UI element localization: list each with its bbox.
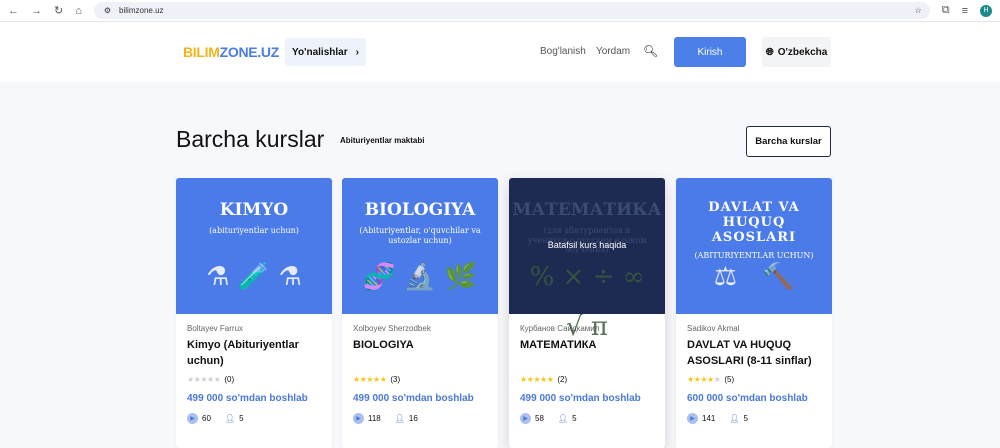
course-price: 499 000 so'mdan boshlab — [187, 393, 308, 404]
user-icon: 👤︎ — [557, 414, 569, 423]
star-icon: ★ — [366, 375, 374, 384]
rating-stars: ★★★★★ — [353, 375, 387, 384]
play-icon: ▶ — [353, 413, 364, 424]
star-icon: ★ — [213, 375, 221, 384]
reload-icon[interactable]: ↻ — [54, 4, 63, 17]
section-subtitle: Abituriyentlar maktabi — [340, 136, 425, 145]
rating-stars: ★★★★★ — [187, 375, 221, 384]
back-icon[interactable]: ← — [8, 5, 19, 17]
home-icon[interactable]: ⌂ — [75, 5, 82, 17]
star-icon: ★ — [187, 375, 194, 384]
course-author: Xolboyev Sherzodbek — [353, 324, 431, 333]
star-icon: ★ — [707, 375, 714, 384]
course-author: Sadikov Akmal — [687, 324, 740, 333]
image-subtitle: (Abituriyentlar, o'quvchilar va ustozlar… — [359, 226, 481, 245]
star-icon: ★ — [546, 375, 554, 384]
login-button[interactable]: Kirish — [674, 37, 746, 67]
help-link[interactable]: Yordam — [596, 46, 630, 57]
language-label: O'zbekcha — [777, 46, 828, 58]
course-name[interactable]: Kimyo (Abituriyentlar uchun) — [187, 337, 321, 369]
course-name[interactable]: DAVLAT VA HUQUQ ASOSLARI (8-11 sinflar) — [687, 337, 821, 369]
globe-icon: 🌐︎ — [765, 46, 774, 58]
course-card[interactable]: МАТЕМАТИКА (для абитуриентов и учеников … — [509, 178, 665, 448]
all-courses-button[interactable]: Barcha kurslar — [746, 126, 831, 157]
star-icon: ★ — [373, 375, 380, 384]
image-title: DAVLAT VA HUQUQ ASOSLARI — [708, 200, 800, 245]
play-icon: ▶ — [520, 413, 531, 424]
star-icon: ★ — [207, 375, 214, 384]
lesson-count: 141 — [702, 414, 716, 423]
course-illustration: ⚗ 🧪 ⚗ — [206, 262, 302, 292]
logo-part: BILIM — [183, 44, 220, 60]
course-author: Boltayev Farrux — [187, 324, 244, 333]
url-text: bilimzone.uz — [119, 6, 164, 15]
student-count: 5 — [239, 414, 244, 423]
lesson-count: 58 — [535, 414, 544, 423]
address-bar[interactable]: ⚙ bilimzone.uz ☆ — [93, 2, 930, 19]
star-icon: ★ — [700, 375, 708, 384]
profile-avatar[interactable]: H — [980, 4, 992, 17]
student-count: 5 — [743, 414, 748, 423]
student-count: 5 — [572, 414, 577, 423]
user-icon: 👤︎ — [394, 414, 405, 423]
star-icon: ★ — [540, 375, 547, 384]
contact-link[interactable]: Bog'lanish — [540, 46, 586, 57]
course-details-overlay[interactable]: Batafsil kurs haqida — [509, 240, 665, 250]
student-count: 16 — [408, 414, 418, 423]
play-icon: ▶ — [687, 413, 698, 424]
forward-icon[interactable]: → — [31, 5, 42, 17]
review-count: (5) — [724, 375, 735, 384]
star-icon: ★ — [353, 375, 360, 384]
course-price: 499 000 so'mdan boshlab — [353, 393, 474, 404]
user-icon: 👤︎ — [224, 414, 236, 423]
course-name[interactable]: BIOLOGIYA — [353, 337, 487, 369]
bookmark-star-icon[interactable]: ☆ — [915, 6, 922, 15]
course-image[interactable]: DAVLAT VA HUQUQ ASOSLARI (ABITURIYENTLAR… — [676, 178, 832, 314]
course-card[interactable]: BIOLOGIYA (Abituriyentlar, o'quvchilar v… — [342, 178, 498, 448]
site-header: BILIMZONE.UZ Yo'nalishlar › Bog'lanish Yo… — [0, 22, 1000, 82]
star-icon: ★ — [520, 375, 527, 384]
user-icon: 👤︎ — [729, 414, 740, 423]
star-icon: ★ — [687, 375, 694, 384]
course-card[interactable]: DAVLAT VA HUQUQ ASOSLARI (ABITURIYENTLAR… — [676, 178, 832, 448]
search-icon[interactable]: 🔍︎ — [643, 44, 658, 58]
image-title: BIOLOGIYA — [364, 200, 476, 220]
play-icon: ▶ — [187, 413, 198, 424]
directions-label: Yo'nalishlar — [292, 46, 348, 58]
course-image[interactable]: KIMYO (abituriyentlar uchun) ⚗ 🧪 ⚗ — [176, 178, 332, 314]
course-illustration: 🧬 🔬 🌿 — [363, 262, 477, 292]
image-subtitle: (abituriyentlar uchun) — [209, 226, 299, 235]
course-image[interactable]: BIOLOGIYA (Abituriyentlar, o'quvchilar v… — [342, 178, 498, 314]
review-count: (3) — [390, 375, 401, 384]
image-title: KIMYO — [219, 200, 289, 220]
menu-icon[interactable]: ≡ — [962, 5, 968, 17]
review-count: (2) — [557, 375, 568, 384]
browser-toolbar: ← → ↻ ⌂ ⚙ bilimzone.uz ☆ ⧉ ≡ H — [0, 0, 1000, 22]
lesson-count: 60 — [202, 414, 211, 423]
star-icon: ★ — [533, 375, 541, 384]
star-icon: ★ — [200, 375, 208, 384]
site-info-icon[interactable]: ⚙ — [104, 6, 111, 15]
course-price: 499 000 so'mdan boshlab — [520, 393, 641, 404]
logo[interactable]: BILIMZONE.UZ — [183, 44, 279, 60]
image-title: МАТЕМАТИКА — [512, 200, 662, 220]
course-illustration: ⚖ 🔨 — [713, 262, 795, 292]
extensions-icon[interactable]: ⧉ — [942, 4, 950, 17]
page-title: Barcha kurslar — [176, 126, 325, 152]
course-price: 600 000 so'mdan boshlab — [687, 393, 808, 404]
logo-part: ZONE.UZ — [219, 44, 280, 60]
course-image[interactable]: МАТЕМАТИКА (для абитуриентов и учеников … — [509, 178, 665, 342]
chevron-right-icon: › — [355, 46, 359, 58]
course-illustration: % × ÷ ∞ √ π — [529, 262, 645, 342]
directions-button[interactable]: Yo'nalishlar › — [285, 38, 366, 66]
review-count: (0) — [224, 375, 235, 384]
course-card[interactable]: KIMYO (abituriyentlar uchun) ⚗ 🧪 ⚗ Bolta… — [176, 178, 332, 448]
star-icon: ★ — [713, 375, 721, 384]
lesson-count: 118 — [368, 414, 381, 423]
star-icon: ★ — [379, 375, 387, 384]
language-selector[interactable]: 🌐︎ O'zbekcha — [762, 37, 831, 67]
rating-stars: ★★★★★ — [687, 375, 721, 384]
rating-stars: ★★★★★ — [520, 375, 554, 384]
